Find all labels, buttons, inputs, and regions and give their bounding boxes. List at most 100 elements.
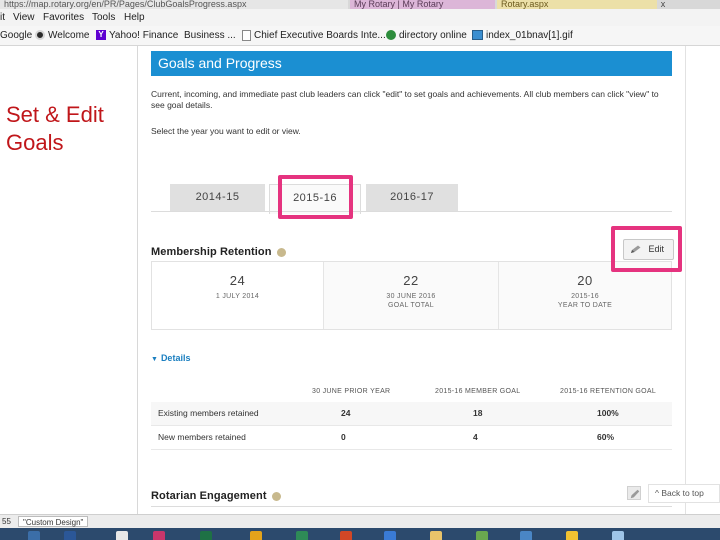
browser-tab-my-rotary[interactable]: My Rotary | My Rotary	[350, 0, 495, 9]
taskbar-app-icon[interactable]	[612, 531, 624, 540]
favorites-bar: Google Welcome Y Yahoo! Finance Business …	[0, 26, 720, 46]
help-icon[interactable]	[271, 491, 281, 501]
favorite-label: directory online	[399, 30, 467, 41]
taskbar-app-icon[interactable]	[250, 531, 262, 540]
year-tab-2014-15[interactable]: 2014-15	[170, 184, 265, 211]
page-gutter-left	[137, 46, 138, 514]
details-label: Details	[160, 353, 191, 363]
row-label: Existing members retained	[158, 408, 259, 418]
row-value: 0	[341, 432, 346, 442]
stat-value: 20	[577, 273, 593, 288]
year-tab-2016-17[interactable]: 2016-17	[366, 184, 458, 211]
status-text: 55	[2, 517, 11, 526]
taskbar-excel-icon[interactable]	[200, 531, 212, 540]
favorite-welcome[interactable]: Welcome	[35, 26, 90, 46]
stat-label: 1 JULY 2014	[215, 293, 260, 300]
back-to-top-link[interactable]: ^ Back to top	[648, 484, 720, 503]
taskbar-app-icon[interactable]	[116, 531, 128, 540]
section-title-text: Rotarian Engagement	[151, 490, 267, 502]
menu-edit[interactable]: it	[0, 9, 5, 26]
status-design-box: "Custom Design"	[18, 516, 89, 527]
favorite-label: index_01bnav[1].gif	[486, 30, 573, 41]
footer-divider	[151, 506, 672, 507]
globe-icon	[386, 30, 396, 41]
pencil-icon	[630, 489, 640, 499]
slide-title-line-1: Set & Edit	[6, 102, 104, 127]
page-icon	[242, 29, 251, 41]
row-value: 24	[341, 408, 351, 418]
favorite-chief-executive[interactable]: Chief Executive Boards Inte...	[242, 26, 386, 46]
taskbar-folder-icon[interactable]	[430, 531, 442, 540]
browser-tab-goals[interactable]: https://map.rotary.org/en/PR/Pages/ClubG…	[0, 0, 348, 9]
table-row: Existing members retained 24 18 100%	[151, 402, 672, 426]
chevron-down-icon: ▼	[151, 356, 158, 363]
taskbar-app-icon[interactable]	[476, 531, 488, 540]
close-tab-icon[interactable]: x	[657, 0, 669, 9]
row-value: 18	[473, 408, 483, 418]
column-header: 2015-16 RETENTION GOAL	[560, 388, 657, 395]
menu-help[interactable]: Help	[124, 9, 145, 26]
intro-text: Current, incoming, and immediate past cl…	[151, 89, 659, 110]
stat-start: 24 1 JULY 2014	[152, 262, 324, 329]
stat-value: 24	[229, 273, 246, 288]
favorite-label: Welcome	[48, 30, 90, 41]
stat-goal: 22 30 JUNE 2016 GOAL TOTAL	[324, 262, 499, 329]
favorite-directory-online[interactable]: directory online	[386, 26, 467, 46]
membership-retention-title: Membership Retention	[151, 245, 286, 259]
section-title-text: Membership Retention	[151, 246, 272, 258]
column-header: 30 JUNE PRIOR YEAR	[312, 388, 391, 395]
taskbar-app-icon[interactable]	[296, 531, 308, 540]
column-header: 2015-16 MEMBER GOAL	[435, 388, 521, 395]
table-row: New members retained 0 4 60%	[151, 426, 672, 450]
row-value: 60%	[597, 432, 615, 442]
rotarian-engagement-title: Rotarian Engagement	[151, 489, 281, 503]
stat-label: 30 JUNE 2016	[386, 293, 436, 300]
favorite-label: Chief Executive Boards Inte...	[254, 30, 386, 41]
taskbar-app-icon[interactable]	[566, 531, 578, 540]
stat-label: 2015-16	[571, 293, 599, 300]
goals-header: Goals and Progress	[151, 51, 672, 76]
taskbar-word-icon[interactable]	[64, 531, 76, 540]
highlight-year-tab	[278, 175, 353, 219]
edit-pencil-icon[interactable]	[627, 486, 641, 500]
taskbar-access-icon[interactable]	[153, 531, 165, 540]
details-toggle[interactable]: ▼ Details	[151, 352, 190, 366]
browser-tab-rotary-aspx[interactable]: Rotary.aspx	[497, 0, 657, 9]
menu-tools[interactable]: Tools	[92, 9, 115, 26]
slide-title-line-2: Goals	[6, 130, 64, 155]
favorite-google[interactable]: Google	[0, 26, 32, 46]
stat-year-to-date: 20 2015-16 YEAR TO DATE	[499, 262, 671, 329]
status-bar: 55 "Custom Design"	[0, 514, 720, 528]
menu-bar: it View Favorites Tools Help	[0, 9, 720, 26]
favorite-yahoo-finance[interactable]: Y Yahoo! Finance	[96, 26, 178, 46]
stat-label: GOAL TOTAL	[388, 302, 434, 309]
browser-tab-strip: https://map.rotary.org/en/PR/Pages/ClubG…	[0, 0, 720, 9]
taskbar-app-icon[interactable]	[384, 531, 396, 540]
taskbar	[0, 528, 720, 540]
yahoo-icon: Y	[96, 30, 106, 41]
welcome-icon	[35, 30, 45, 41]
row-label: New members retained	[158, 432, 246, 442]
page-gutter-right	[685, 46, 686, 514]
favorite-label: Google	[0, 30, 33, 41]
slide-title: Set & Edit Goals	[6, 101, 104, 157]
menu-favorites[interactable]: Favorites	[43, 9, 84, 26]
taskbar-app-icon[interactable]	[520, 531, 532, 540]
tabs-divider	[151, 211, 672, 212]
membership-stats: 24 1 JULY 2014 22 30 JUNE 2016 GOAL TOTA…	[151, 261, 672, 330]
favorite-business[interactable]: Business ...	[184, 26, 236, 46]
taskbar-app-icon[interactable]	[28, 531, 40, 540]
favorite-label: Business ...	[184, 30, 236, 41]
stat-value: 22	[403, 273, 419, 288]
row-value: 4	[473, 432, 478, 442]
favorite-label: Yahoo! Finance	[109, 30, 179, 41]
menu-view[interactable]: View	[13, 9, 35, 26]
help-icon[interactable]	[276, 247, 286, 257]
row-value: 100%	[597, 408, 619, 418]
highlight-edit-button	[611, 226, 682, 272]
stat-label: YEAR TO DATE	[557, 302, 613, 309]
select-year-text: Select the year you want to edit or view…	[151, 126, 301, 136]
favorite-index-gif[interactable]: index_01bnav[1].gif	[472, 26, 573, 46]
image-icon	[472, 30, 483, 41]
taskbar-powerpoint-icon[interactable]	[340, 531, 352, 540]
